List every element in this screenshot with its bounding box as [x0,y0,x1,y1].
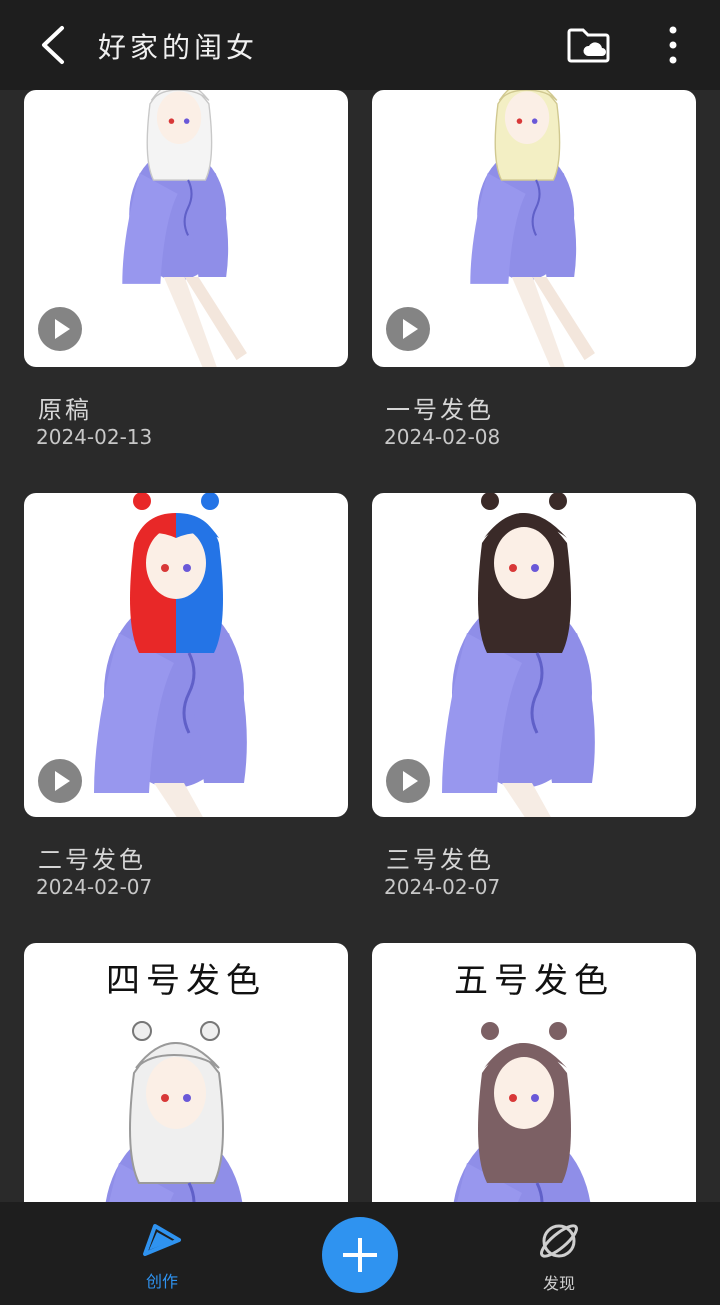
nav-create-label: 创作 [145,1272,178,1291]
artwork-illustration [453,1022,591,1202]
planet-icon [540,1224,578,1258]
artwork-date: 2024-02-07 [36,875,153,899]
play-icon[interactable] [38,759,82,803]
artwork-thumbnail[interactable] [24,493,348,817]
artwork-date: 2024-02-08 [384,425,501,449]
add-button[interactable] [322,1217,398,1293]
artwork-thumbnail[interactable]: 四号发色 [24,943,348,1202]
play-icon[interactable] [386,307,430,351]
cloud-folder-icon[interactable] [566,22,612,66]
artwork-thumbnail[interactable] [372,493,696,817]
artwork-title: 三号发色 [386,846,494,874]
back-icon[interactable] [30,18,80,72]
page-title: 好家的闺女 [98,31,259,64]
more-vertical-icon[interactable] [656,22,690,68]
top-bar: 好家的闺女 [0,0,720,90]
artwork-thumbnail[interactable] [24,90,348,367]
nav-discover[interactable]: 发现 [519,1220,599,1294]
artwork-thumbnail[interactable] [372,90,696,367]
artwork-title: 二号发色 [38,846,146,874]
artwork-title: 原稿 [38,396,92,424]
nav-create[interactable]: 创作 [122,1220,202,1292]
play-icon[interactable] [38,307,82,351]
artwork-title: 一号发色 [386,396,494,424]
artwork-thumbnail[interactable]: 五号发色 [372,943,696,1202]
create-icon [143,1224,181,1256]
bottom-navigation: 创作 发现 [0,1202,720,1305]
artwork-date: 2024-02-07 [384,875,501,899]
artwork-grid: 原稿 2024-02-13 一号发色 2024-02-08 二号发色 2024-… [0,90,720,1202]
nav-discover-label: 发现 [542,1274,575,1293]
artwork-date: 2024-02-13 [36,425,153,449]
artwork-illustration [105,1021,243,1202]
play-icon[interactable] [386,759,430,803]
